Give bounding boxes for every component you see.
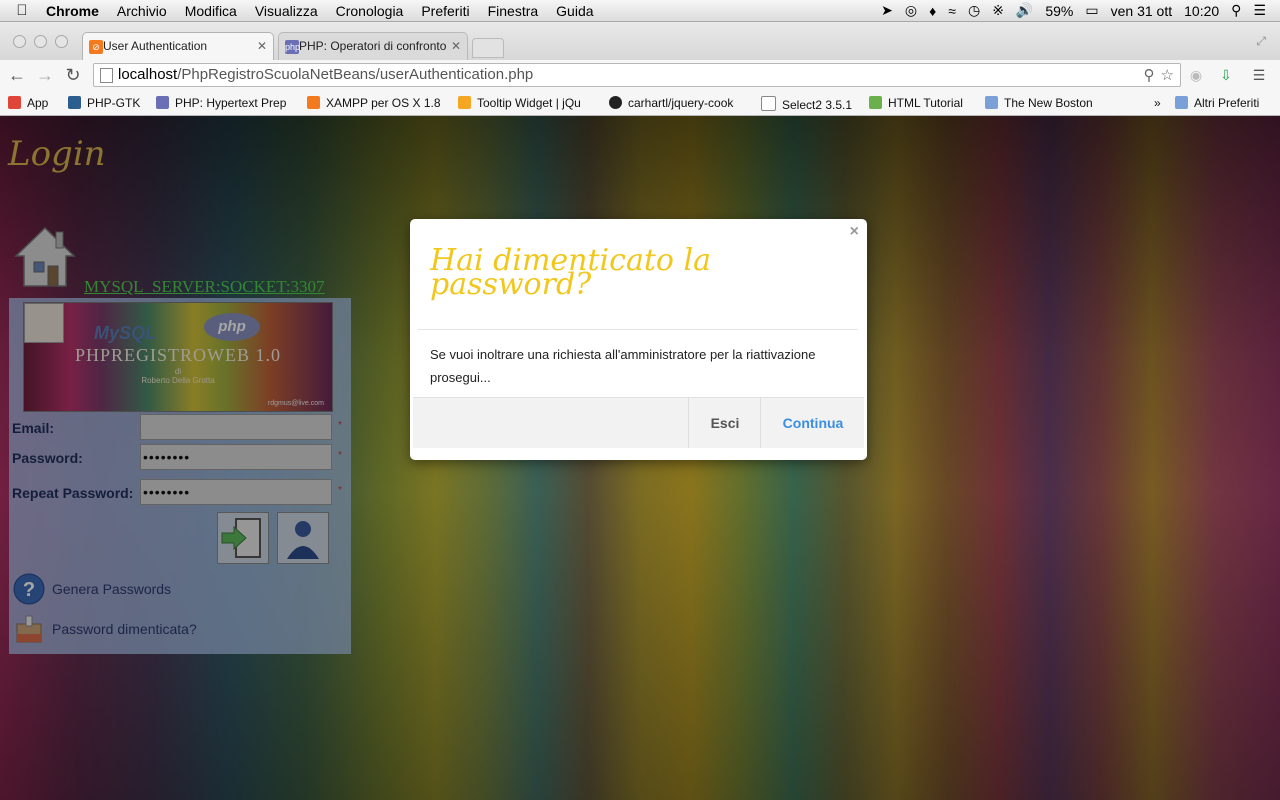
url-path: /PhpRegistroScuolaNetBeans/userAuthentic… (177, 66, 534, 83)
tab-title: PHP: Operatori di confronto (299, 39, 447, 53)
bookmark-the-new-boston[interactable]: The New Boston (985, 96, 1093, 110)
battery-percent[interactable]: 59% (1045, 3, 1073, 19)
macos-menubar:  Chrome Archivio Modifica Visualizza Cr… (0, 0, 1280, 22)
php-gtk-icon (68, 96, 81, 109)
omnibox-actions: ⚲ ☆ (1144, 66, 1174, 84)
date-text[interactable]: ven 31 ott (1111, 3, 1173, 19)
php-icon: php (285, 40, 301, 54)
divider (418, 329, 858, 330)
bookmark-php-gtk[interactable]: PHP-GTK (68, 96, 140, 110)
download-icon[interactable]: ⇩ (1217, 66, 1235, 84)
bookmark-select2[interactable]: Select2 3.5.1 (761, 96, 852, 112)
apple-menu-icon[interactable]:  (0, 2, 44, 19)
bookmark-star-icon[interactable]: ☆ (1161, 66, 1174, 84)
circle-app-icon[interactable]: ◎ (905, 2, 917, 19)
time-machine-icon[interactable]: ◷ (968, 2, 980, 19)
zoom-icon[interactable]: ⚲ (1144, 66, 1155, 84)
spotlight-search-icon[interactable]: ⚲ (1231, 2, 1241, 19)
bookmark-jquery-cookie[interactable]: carhartl/jquery-cook (609, 96, 733, 110)
menu-visualizza[interactable]: Visualizza (246, 3, 327, 19)
chrome-toolbar: ← → ↻ localhost/PhpRegistroScuolaNetBean… (0, 60, 1280, 91)
menu-archivio[interactable]: Archivio (108, 3, 176, 19)
forward-arrow-icon[interactable]: → (34, 65, 56, 86)
notification-center-icon[interactable]: ☰ (1253, 2, 1266, 19)
w3schools-icon (869, 96, 882, 109)
reload-icon[interactable]: ↻ (62, 65, 84, 86)
chrome-tab-strip: ⊘ User Authentication ✕ php PHP: Operato… (0, 22, 1280, 60)
bluetooth-icon[interactable]: ※ (992, 2, 1004, 19)
zoom-window-icon[interactable] (55, 35, 68, 48)
window-controls (13, 35, 68, 48)
bookmarks-bar: App PHP-GTK PHP: Hypertext Prep XAMPP pe… (0, 91, 1280, 116)
battery-icon[interactable]: ▭ (1085, 2, 1098, 19)
continue-button[interactable]: Continua (760, 398, 865, 448)
bookmark-altri-preferiti[interactable]: Altri Preferiti (1175, 96, 1259, 110)
dialog-message: Se vuoi inoltrare una richiesta all'ammi… (430, 347, 816, 385)
page-icon (100, 68, 113, 83)
page-icon (761, 96, 776, 111)
bookmark-xampp[interactable]: XAMPP per OS X 1.8 (307, 96, 441, 110)
extension-icon[interactable]: ◉ (1187, 66, 1205, 84)
menubar-status-area: ➤ ◎ ♦ ≈ ◷ ※ 🔊 59% ▭ ven 31 ott 10:20 ⚲ ☰ (881, 2, 1280, 19)
dialog-footer: Esci Continua (413, 397, 864, 448)
tab-php-operatori[interactable]: php PHP: Operatori di confronto ✕ (278, 32, 468, 60)
menu-guida[interactable]: Guida (547, 3, 602, 19)
chrome-menu-icon[interactable]: ☰ (1250, 66, 1268, 84)
xampp-icon (307, 96, 320, 109)
evernote-icon[interactable]: ♦ (929, 3, 936, 19)
tab-close-icon[interactable]: ✕ (451, 39, 461, 53)
close-window-icon[interactable] (13, 35, 26, 48)
menu-finestra[interactable]: Finestra (479, 3, 548, 19)
location-arrow-icon[interactable]: ➤ (881, 2, 893, 19)
bookmark-html-tutorial[interactable]: HTML Tutorial (869, 96, 963, 110)
fullscreen-icon[interactable]: ⤢ (1256, 34, 1266, 49)
menu-modifica[interactable]: Modifica (176, 3, 246, 19)
tab-title: User Authentication (103, 39, 208, 53)
volume-icon[interactable]: 🔊 (1016, 2, 1033, 19)
menu-preferiti[interactable]: Preferiti (412, 3, 478, 19)
wifi-icon[interactable]: ≈ (948, 3, 956, 19)
page-content: Login MYSQL_SERVER:SOCKET:3307 MySQL php… (0, 116, 1280, 800)
folder-icon (1175, 96, 1188, 109)
php-icon (156, 96, 169, 109)
clock-text[interactable]: 10:20 (1184, 3, 1219, 19)
forgot-password-dialog: × Hai dimenticato la password? Se vuoi i… (410, 219, 867, 460)
folder-icon (985, 96, 998, 109)
tab-close-icon[interactable]: ✕ (257, 39, 267, 53)
jquery-ui-icon (458, 96, 471, 109)
new-tab-button[interactable] (472, 38, 504, 58)
bookmark-tooltip-widget[interactable]: Tooltip Widget | jQu (458, 96, 581, 110)
bookmark-php-hypertext[interactable]: PHP: Hypertext Prep (156, 96, 286, 110)
minimize-window-icon[interactable] (34, 35, 47, 48)
url-host: localhost (118, 66, 178, 83)
address-bar[interactable]: localhost/PhpRegistroScuolaNetBeans/user… (93, 63, 1181, 87)
bookmarks-overflow-chevron-icon[interactable]: » (1154, 96, 1161, 110)
dialog-title: Hai dimenticato la password? (430, 243, 711, 302)
github-icon (609, 96, 622, 109)
bookmark-app[interactable]: App (8, 96, 48, 110)
tab-user-authentication[interactable]: ⊘ User Authentication ✕ (82, 32, 274, 60)
close-icon[interactable]: × (850, 223, 859, 241)
xampp-icon: ⊘ (89, 40, 103, 54)
apps-grid-icon (8, 96, 21, 109)
menu-cronologia[interactable]: Cronologia (327, 3, 413, 19)
menu-app-name[interactable]: Chrome (44, 3, 108, 19)
cancel-button[interactable]: Esci (688, 398, 761, 448)
back-arrow-icon[interactable]: ← (6, 65, 28, 86)
